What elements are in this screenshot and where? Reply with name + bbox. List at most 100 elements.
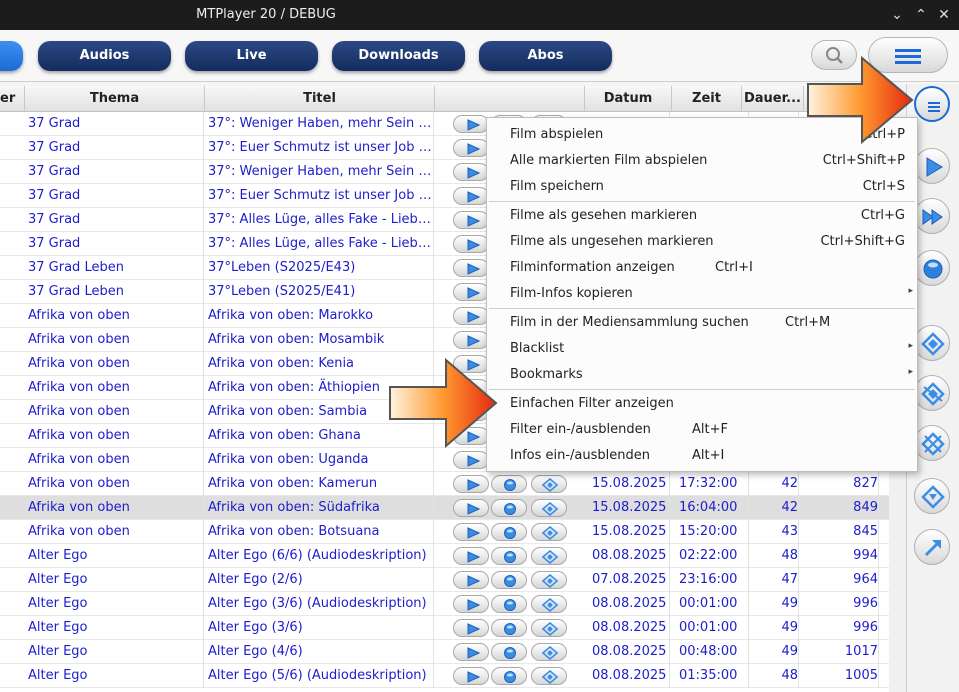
bookmark-button[interactable] <box>531 595 567 613</box>
tab-live[interactable]: Live <box>185 41 318 71</box>
tab-audios[interactable]: Audios <box>38 41 171 71</box>
menu-item-filminformation-anzeigen[interactable]: Filminformation anzeigen Ctrl+I <box>487 255 917 281</box>
table-row[interactable]: Alter Ego Alter Ego (2/6) 07.08.2025 23:16:… <box>0 568 889 592</box>
menu-item-film-infos-kopieren[interactable]: Film-Infos kopieren ▸ <box>487 281 917 307</box>
sidebar-button-play[interactable] <box>914 148 950 184</box>
menu-item-filme-als-ungesehen-markieren[interactable]: Filme als ungesehen markieren Ctrl+Shift+… <box>487 229 917 255</box>
cell-titel: Alter Ego (3/6) (Audiodeskription) <box>208 592 434 616</box>
table-row[interactable]: Alter Ego Alter Ego (6/6) (Audiodeskripti… <box>0 544 889 568</box>
play-button[interactable] <box>453 115 489 133</box>
table-row[interactable]: Alter Ego Alter Ego (3/6) (Audiodeskripti… <box>0 592 889 616</box>
sidebar-button-menu[interactable] <box>914 86 950 122</box>
cell-thema: Afrika von oben <box>28 496 204 520</box>
maximize-icon[interactable]: ⌃ <box>910 4 932 26</box>
record-button[interactable] <box>491 547 527 565</box>
play-button[interactable] <box>453 643 489 661</box>
cell-thema: 37 Grad <box>28 160 204 184</box>
play-button[interactable] <box>453 283 489 301</box>
table-row[interactable]: Alter Ego Alter Ego (5/6) (Audiodeskripti… <box>0 664 889 688</box>
menu-item-alle-markierten-film-abspielen[interactable]: Alle markierten Film abspielen Ctrl+Shift… <box>487 148 917 174</box>
menu-item-label: Film in der Mediensammlung suchen <box>510 315 749 330</box>
bookmark-button[interactable] <box>531 499 567 517</box>
play-button[interactable] <box>453 139 489 157</box>
column-header-buttons[interactable] <box>435 86 585 112</box>
bookmark-button[interactable] <box>531 571 567 589</box>
menu-separator <box>489 201 915 202</box>
play-button[interactable] <box>453 571 489 589</box>
play-button[interactable] <box>453 307 489 325</box>
pointer-arrow-left-target-icon <box>389 357 498 449</box>
menu-item-film-in-der-mediensammlung-suchen[interactable]: Film in der Mediensammlung suchen Ctrl+M <box>487 310 917 336</box>
play-button[interactable] <box>453 331 489 349</box>
cell-zeit: 23:16:00 <box>679 568 749 592</box>
cell-thema: Alter Ego <box>28 640 204 664</box>
play-icon <box>467 215 480 227</box>
bookmark-button[interactable] <box>531 523 567 541</box>
sidebar-button-arrow[interactable] <box>914 529 950 565</box>
cell-titel: Afrika von oben: Marokko <box>208 304 434 328</box>
column-header-thema[interactable]: Thema <box>25 86 205 112</box>
table-row[interactable]: Afrika von oben Afrika von oben: Südafrik… <box>0 496 889 520</box>
sidebar-button-diamond[interactable] <box>914 325 950 361</box>
minimize-icon[interactable]: ⌄ <box>886 4 908 26</box>
tab-filme[interactable] <box>0 41 23 71</box>
play-button[interactable] <box>453 523 489 541</box>
play-button[interactable] <box>453 667 489 685</box>
play-button[interactable] <box>453 187 489 205</box>
menu-item-einfachen-filter-anzeigen[interactable]: Einfachen Filter anzeigen <box>487 391 917 417</box>
record-button[interactable] <box>491 619 527 637</box>
menu-item-bookmarks[interactable]: Bookmarks ▸ <box>487 362 917 388</box>
bookmark-button[interactable] <box>531 475 567 493</box>
record-icon <box>504 671 516 683</box>
menu-separator <box>489 308 915 309</box>
record-icon <box>504 527 516 539</box>
table-row[interactable]: Alter Ego Alter Ego (3/6) 08.08.2025 00:01:… <box>0 616 889 640</box>
bookmark-button[interactable] <box>531 667 567 685</box>
tab-abos[interactable]: Abos <box>479 41 612 71</box>
record-button[interactable] <box>491 667 527 685</box>
table-row[interactable]: Alter Ego Alter Ego (4/6) 08.08.2025 00:48:… <box>0 640 889 664</box>
play-button[interactable] <box>453 211 489 229</box>
play-button[interactable] <box>453 451 489 469</box>
play-button[interactable] <box>453 235 489 253</box>
cell-datum: 08.08.2025 <box>592 640 670 664</box>
sidebar-button-diamond-cross[interactable] <box>914 425 950 461</box>
play-button[interactable] <box>453 475 489 493</box>
table-row[interactable]: Afrika von oben Afrika von oben: Botsuana… <box>0 520 889 544</box>
tab-downloads[interactable]: Downloads <box>332 41 465 71</box>
play-icon <box>467 119 480 131</box>
menu-item-film-speichern[interactable]: Film speichern Ctrl+S <box>487 174 917 200</box>
column-header-zeit[interactable]: Zeit <box>672 86 742 112</box>
sidebar-button-diamond-strike[interactable] <box>914 375 950 411</box>
play-button[interactable] <box>453 499 489 517</box>
bookmark-button[interactable] <box>531 643 567 661</box>
menu-item-filter-ein-ausblenden[interactable]: Filter ein-/ausblenden Alt+F <box>487 417 917 443</box>
column-header-partial[interactable]: er <box>0 86 25 112</box>
record-button[interactable] <box>491 643 527 661</box>
record-button[interactable] <box>491 571 527 589</box>
play-button[interactable] <box>453 595 489 613</box>
menu-item-blacklist[interactable]: Blacklist ▸ <box>487 336 917 362</box>
menu-item-filme-als-gesehen-markieren[interactable]: Filme als gesehen markieren Ctrl+G <box>487 203 917 229</box>
record-button[interactable] <box>491 595 527 613</box>
close-icon[interactable]: ✕ <box>933 4 955 26</box>
menu-separator <box>489 389 915 390</box>
menu-item-infos-ein-ausblenden[interactable]: Infos ein-/ausblenden Alt+I <box>487 443 917 469</box>
record-button[interactable] <box>491 523 527 541</box>
record-button[interactable] <box>491 499 527 517</box>
sidebar-button-record[interactable] <box>914 250 950 286</box>
play-button[interactable] <box>453 259 489 277</box>
record-button[interactable] <box>491 475 527 493</box>
play-button[interactable] <box>453 619 489 637</box>
play-button[interactable] <box>453 163 489 181</box>
column-header-dauer[interactable]: Dauer... <box>742 86 804 112</box>
bookmark-button[interactable] <box>531 547 567 565</box>
column-header-datum[interactable]: Datum <box>585 86 672 112</box>
sidebar-button-fast-forward[interactable] <box>914 198 950 234</box>
play-button[interactable] <box>453 547 489 565</box>
table-row[interactable]: Afrika von oben Afrika von oben: Kamerun 1… <box>0 472 889 496</box>
sidebar-button-download-diamond[interactable] <box>914 478 950 514</box>
bookmark-button[interactable] <box>531 619 567 637</box>
cell-thema: Afrika von oben <box>28 400 204 424</box>
column-header-titel[interactable]: Titel <box>205 86 435 112</box>
